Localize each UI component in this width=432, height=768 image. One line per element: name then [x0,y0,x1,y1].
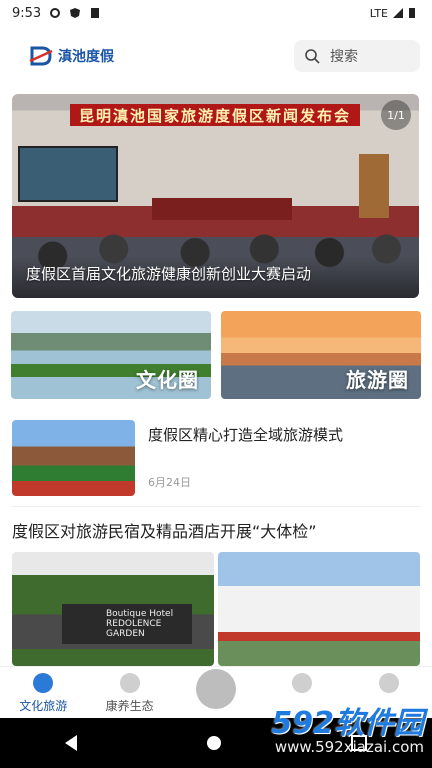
tab-label: 文化旅游 [19,699,68,713]
news-title: 度假区精心打造全域旅游模式 [148,426,344,444]
center-tab-icon [196,669,237,709]
culture-travel-icon [33,673,54,693]
article-image-hotel[interactable] [218,552,420,666]
network-type: LTE [369,6,388,20]
leaf-icon [119,673,140,693]
logo-text: 滇池度假 [58,49,114,65]
tile-label: 文化圈 [136,368,199,392]
watermark-url: www.592xiazai.com [274,738,424,756]
back-icon[interactable] [65,735,77,751]
status-time: 9:53 [12,5,42,21]
banner-page-counter: 1/1 [381,100,411,130]
news-thumbnail [12,420,135,496]
profile-icon [378,673,399,693]
banner-carousel[interactable]: 昆明滇池国家旅游度假区新闻发布会 1/1 度假区首届文化旅游健康创新创业大赛启动 [12,94,419,298]
tile-travel-circle[interactable]: 旅游圈 [221,311,421,399]
garden-sign: Boutique Hotel REDOLENCE GARDEN [62,604,192,644]
garden-sign-line: Boutique Hotel [106,609,174,619]
app-header: 滇池度假 搜索 [0,36,432,76]
banner-screen [18,146,118,202]
banner-sign-text: 昆明滇池国家旅游度假区新闻发布会 [70,104,360,126]
search-icon [305,49,320,64]
divider [12,506,420,507]
search-input[interactable]: 搜索 [294,40,420,72]
banner-caption: 度假区首届文化旅游健康创新创业大赛启动 [26,265,312,283]
banner-table [152,198,292,220]
article-title[interactable]: 度假区对旅游民宿及精品酒店开展“大体检” [12,518,317,542]
watermark-brand: 592软件园 [271,706,424,741]
status-bar: 9:53 LTE [0,0,432,26]
battery-icon [408,7,420,19]
banner-door [359,154,389,218]
search-placeholder: 搜索 [330,49,358,65]
news-list-item[interactable]: 度假区精心打造全域旅游模式 6月24日 [12,420,420,498]
home-icon[interactable] [207,736,221,750]
logo-mark-icon [29,46,53,66]
news-date: 6月24日 [148,476,191,489]
tab-center[interactable] [173,667,259,713]
app-logo[interactable]: 滇池度假 [28,45,114,67]
tile-label: 旅游圈 [346,368,409,392]
tab-health-ecology[interactable]: 康养生态 [86,667,172,714]
tab-profile[interactable] [346,667,432,697]
sd-card-icon [89,7,101,19]
article-image-garden[interactable]: Boutique Hotel REDOLENCE GARDEN [12,552,214,666]
tab-four[interactable] [259,667,345,697]
watermark: 592软件园 www.592xiazai.com [271,698,424,756]
tab-label: 康养生态 [105,699,154,713]
tile-culture-circle[interactable]: 文化圈 [11,311,211,399]
settings-icon [49,7,61,19]
tab-culture-travel[interactable]: 文化旅游 [0,667,86,714]
shield-icon [69,7,81,19]
garden-sign-line: REDOLENCE [106,619,162,629]
signal-icon [392,7,404,19]
garden-sign-line: GARDEN [106,629,145,639]
tab-four-icon [292,673,313,693]
